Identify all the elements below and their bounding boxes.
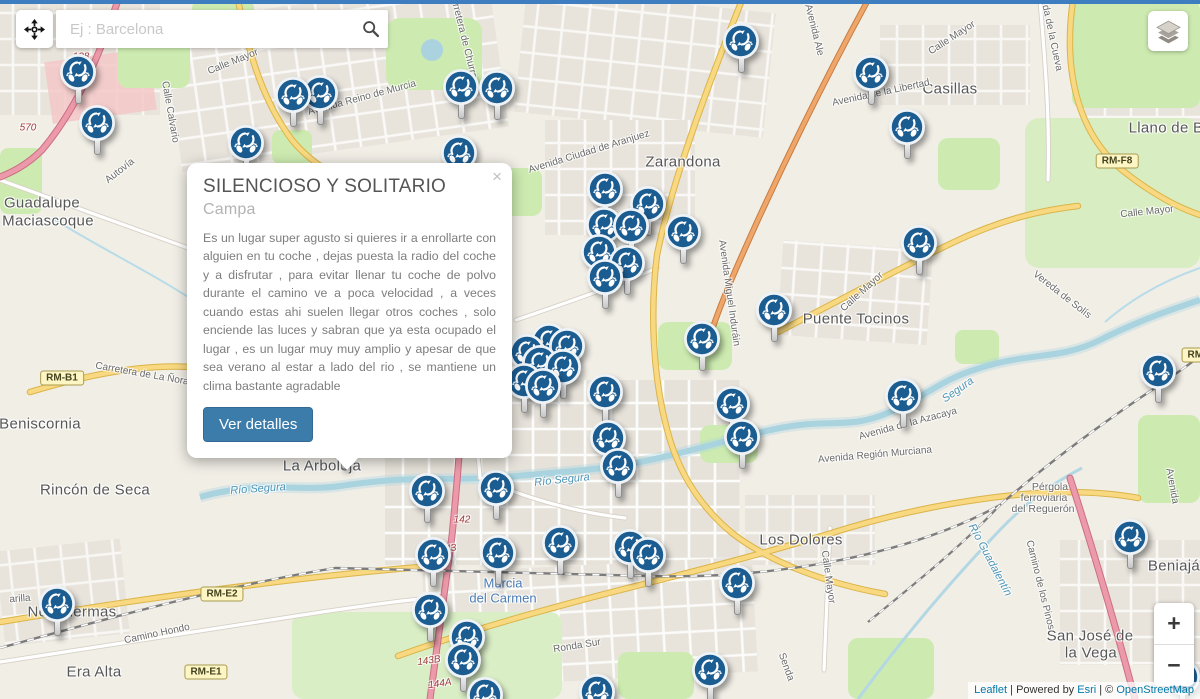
openstreetmap-link[interactable]: OpenStreetMap [1116,684,1194,696]
map-marker[interactable] [884,377,922,433]
footprints-circle-icon [888,108,926,146]
map-marker[interactable] [478,69,516,125]
locate-button[interactable] [16,10,53,48]
map-marker[interactable] [466,676,504,699]
footprints-circle-icon [541,524,579,562]
map-marker[interactable] [408,472,446,528]
footprints-circle-icon [691,651,729,689]
attribution-separator: | [1007,684,1016,696]
attribution-copy: | © [1096,684,1116,696]
footprints-circle-icon [227,124,265,162]
map-marker[interactable] [683,320,721,376]
footprints-circle-icon [586,170,624,208]
footprints-circle-icon [414,536,452,574]
footprints-circle-icon [466,676,504,699]
footprints-circle-icon [274,76,312,114]
footprints-circle-icon [586,373,624,411]
map-marker[interactable] [524,367,562,423]
footprints-circle-icon [683,320,721,358]
top-accent-bar [0,0,1200,4]
map-marker[interactable] [541,524,579,580]
map-marker[interactable] [1139,352,1177,408]
popup-header: SILENCIOSO Y SOLITARIO Campa [203,176,496,220]
map-marker[interactable] [629,536,667,592]
footprints-circle-icon [723,418,761,456]
map-marker[interactable] [38,585,76,641]
footprints-circle-icon [884,377,922,415]
footprints-circle-icon [852,54,890,92]
footprints-circle-icon [900,224,938,262]
map-marker[interactable] [578,673,616,699]
map-marker[interactable] [59,53,97,109]
footprints-circle-icon [1111,518,1149,556]
map-marker[interactable] [755,291,793,347]
map-marker[interactable] [664,213,702,269]
zoom-control: + − [1154,603,1194,686]
footprints-circle-icon [78,104,116,142]
popup-subtitle: Campa [203,201,256,218]
map-marker[interactable] [722,22,760,78]
footprints-circle-icon [59,53,97,91]
footprints-circle-icon [755,291,793,329]
footprints-circle-icon [578,673,616,699]
footprints-circle-icon [599,447,637,485]
footprints-circle-icon [442,68,480,106]
footprints-circle-icon [444,641,482,679]
map-app: GuadalupeMaciascoqueZarandonaCasillasLla… [0,0,1200,699]
place-popup: × SILENCIOSO Y SOLITARIO Campa Es un lug… [187,163,512,458]
search-bar [56,10,388,48]
map-marker[interactable] [586,258,624,314]
layers-icon [1155,18,1182,45]
esri-link[interactable]: Esri [1077,684,1096,696]
map-marker[interactable] [1111,518,1149,574]
footprints-circle-icon [478,69,516,107]
map-marker[interactable] [852,54,890,110]
footprints-circle-icon [586,258,624,296]
footprints-circle-icon [722,22,760,60]
ver-detalles-button[interactable]: Ver detalles [203,407,313,442]
popup-title: SILENCIOSO Y SOLITARIO [203,176,446,197]
map-marker[interactable] [888,108,926,164]
footprints-circle-icon [524,367,562,405]
leaflet-link[interactable]: Leaflet [974,684,1007,696]
map-marker[interactable] [718,564,756,620]
map-marker[interactable] [414,536,452,592]
popup-description: Es un lugar super agusto si quieres ir a… [203,229,496,395]
map-marker[interactable] [442,68,480,124]
footprints-circle-icon [479,534,517,572]
popup-close-button[interactable]: × [492,168,502,185]
footprints-circle-icon [1139,352,1177,390]
footprints-circle-icon [38,585,76,623]
layers-control[interactable] [1148,11,1188,51]
map-marker[interactable] [691,651,729,699]
move-crosshair-icon [23,18,46,41]
search-input[interactable] [56,21,354,38]
powered-by-text: Powered by [1016,684,1077,696]
popup-tail [335,457,359,470]
map-marker[interactable] [78,104,116,160]
footprints-circle-icon [718,564,756,602]
map-marker[interactable] [274,76,312,132]
map-marker[interactable] [477,469,515,525]
map-marker[interactable] [599,447,637,503]
map-marker[interactable] [479,534,517,590]
attribution: Leaflet | Powered by Esri | © OpenStreet… [968,682,1200,699]
search-icon[interactable] [354,19,388,39]
map-markers [0,0,1200,699]
map-marker[interactable] [900,224,938,280]
map-marker[interactable] [723,418,761,474]
zoom-out-button[interactable]: − [1154,645,1194,686]
map-marker[interactable] [411,591,449,647]
footprints-circle-icon [411,591,449,629]
footprints-circle-icon [629,536,667,574]
zoom-in-button[interactable]: + [1154,603,1194,644]
footprints-circle-icon [408,472,446,510]
footprints-circle-icon [477,469,515,507]
footprints-circle-icon [664,213,702,251]
